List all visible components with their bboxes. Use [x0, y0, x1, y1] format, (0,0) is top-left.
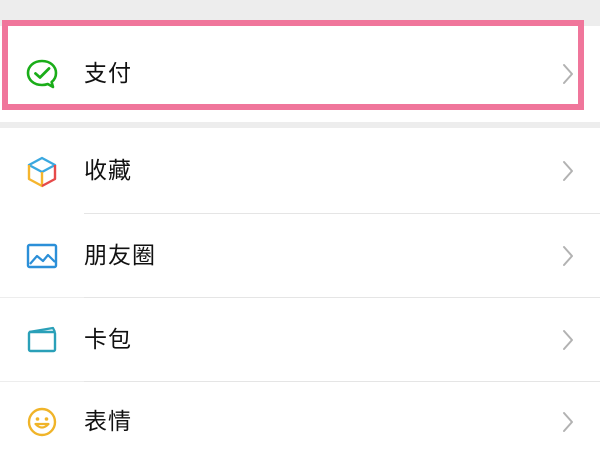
- menu-item-label: 表情: [84, 409, 132, 435]
- favorites-cube-icon: [24, 154, 60, 190]
- card-wallet-icon: [24, 322, 60, 358]
- menu-item-label: 朋友圈: [84, 243, 156, 269]
- menu-item-stickers[interactable]: 表情: [0, 382, 600, 450]
- menu-item-label: 收藏: [84, 158, 132, 184]
- menu-item-favorites[interactable]: 收藏: [0, 128, 600, 214]
- settings-screen: 支付 收藏 朋友圈 卡包 表情: [0, 0, 600, 450]
- menu-item-cards[interactable]: 卡包: [0, 298, 600, 381]
- menu-item-moments[interactable]: 朋友圈: [0, 214, 600, 297]
- smiley-emoji-icon: [24, 404, 60, 440]
- moments-picture-icon: [24, 238, 60, 274]
- menu-item-label: 卡包: [84, 327, 132, 353]
- chevron-right-icon: [560, 244, 576, 268]
- wechat-pay-icon: [24, 56, 60, 92]
- chevron-right-icon: [560, 62, 576, 86]
- menu-item-label: 支付: [84, 61, 132, 87]
- chevron-right-icon: [560, 328, 576, 352]
- chevron-right-icon: [560, 410, 576, 434]
- menu-item-pay[interactable]: 支付: [0, 26, 600, 122]
- chevron-right-icon: [560, 159, 576, 183]
